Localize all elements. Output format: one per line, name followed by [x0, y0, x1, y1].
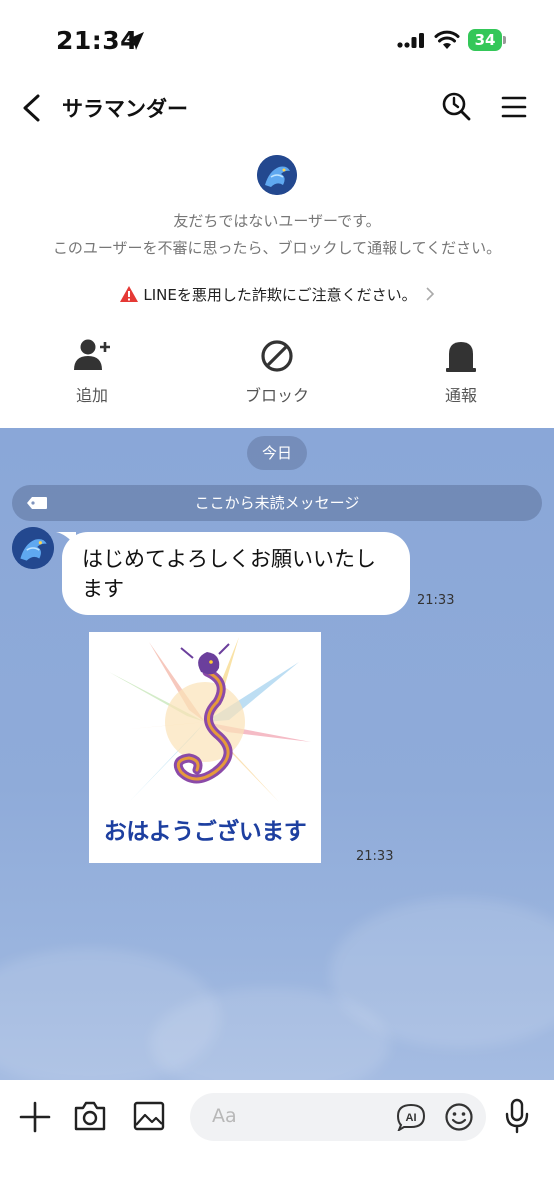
- date-separator: 今日: [247, 436, 307, 470]
- sticker-caption: おはようございます: [103, 819, 307, 845]
- unread-divider: ここから未読メッセージ: [12, 485, 542, 521]
- add-friend-button[interactable]: 追加: [32, 338, 152, 406]
- notice-actions: 追加 ブロック 通報: [0, 338, 554, 408]
- dragon-illustration: [97, 637, 311, 802]
- chat-title[interactable]: サラマンダー: [62, 93, 188, 123]
- status-bar: 21:34 34: [0, 0, 554, 78]
- report-button[interactable]: 通報: [401, 338, 521, 406]
- sender-avatar[interactable]: [12, 527, 54, 569]
- back-chevron-icon[interactable]: [18, 92, 46, 124]
- warning-triangle-icon: [120, 286, 139, 302]
- tag-icon: [27, 497, 47, 509]
- message-input[interactable]: Aa AI: [190, 1093, 486, 1141]
- image-icon[interactable]: [132, 1100, 166, 1132]
- battery-indicator: 34: [468, 29, 506, 51]
- scam-warning-link[interactable]: LINEを悪用した詐欺にご注意ください。: [0, 284, 554, 305]
- scam-warning-text: LINEを悪用した詐欺にご注意ください。: [143, 286, 417, 304]
- input-placeholder: Aa: [212, 1105, 237, 1127]
- non-friend-notice: 友だちではないユーザーです。 このユーザーを不審に思ったら、ブロックして通報して…: [0, 138, 554, 428]
- message-input-bar: Aa AI: [0, 1080, 554, 1200]
- block-label: ブロック: [244, 386, 309, 405]
- chevron-right-icon: [426, 287, 434, 301]
- svg-text:AI: AI: [406, 1112, 417, 1124]
- battery-cap: [503, 36, 506, 44]
- cellular-signal-icon: [397, 33, 424, 48]
- emoji-icon[interactable]: [444, 1102, 474, 1132]
- notice-text-2: このユーザーを不審に思ったら、ブロックして通報してください。: [52, 239, 502, 257]
- profile-avatar[interactable]: [257, 155, 297, 195]
- location-arrow-icon: [126, 32, 144, 50]
- sticker-time: 21:33: [356, 849, 394, 864]
- ai-icon[interactable]: AI: [396, 1103, 426, 1131]
- block-icon: [261, 340, 293, 372]
- notice-text-1: 友だちではないユーザーです。: [173, 212, 381, 230]
- search-clock-icon[interactable]: [440, 90, 472, 122]
- block-button[interactable]: ブロック: [217, 338, 337, 406]
- report-label: 通報: [444, 386, 477, 405]
- camera-icon[interactable]: [72, 1099, 108, 1133]
- report-icon: [446, 342, 476, 372]
- plus-icon[interactable]: [18, 1100, 52, 1134]
- message-bubble[interactable]: はじめてよろしくお願いいたします: [62, 532, 410, 615]
- microphone-icon[interactable]: [504, 1098, 530, 1134]
- hamburger-menu-icon[interactable]: [499, 92, 529, 122]
- add-friend-icon: [74, 339, 110, 370]
- message-time: 21:33: [417, 593, 455, 608]
- chat-header: サラマンダー: [0, 78, 554, 138]
- unread-label: ここから未読メッセージ: [194, 494, 360, 512]
- battery-level: 34: [468, 29, 502, 51]
- sticker-message[interactable]: おはようございます: [89, 632, 321, 863]
- chat-area[interactable]: 今日 ここから未読メッセージ はじめてよろしくお願いいたします 21:33 おは…: [0, 428, 554, 1080]
- wifi-icon: [434, 30, 460, 49]
- add-friend-label: 追加: [75, 386, 108, 405]
